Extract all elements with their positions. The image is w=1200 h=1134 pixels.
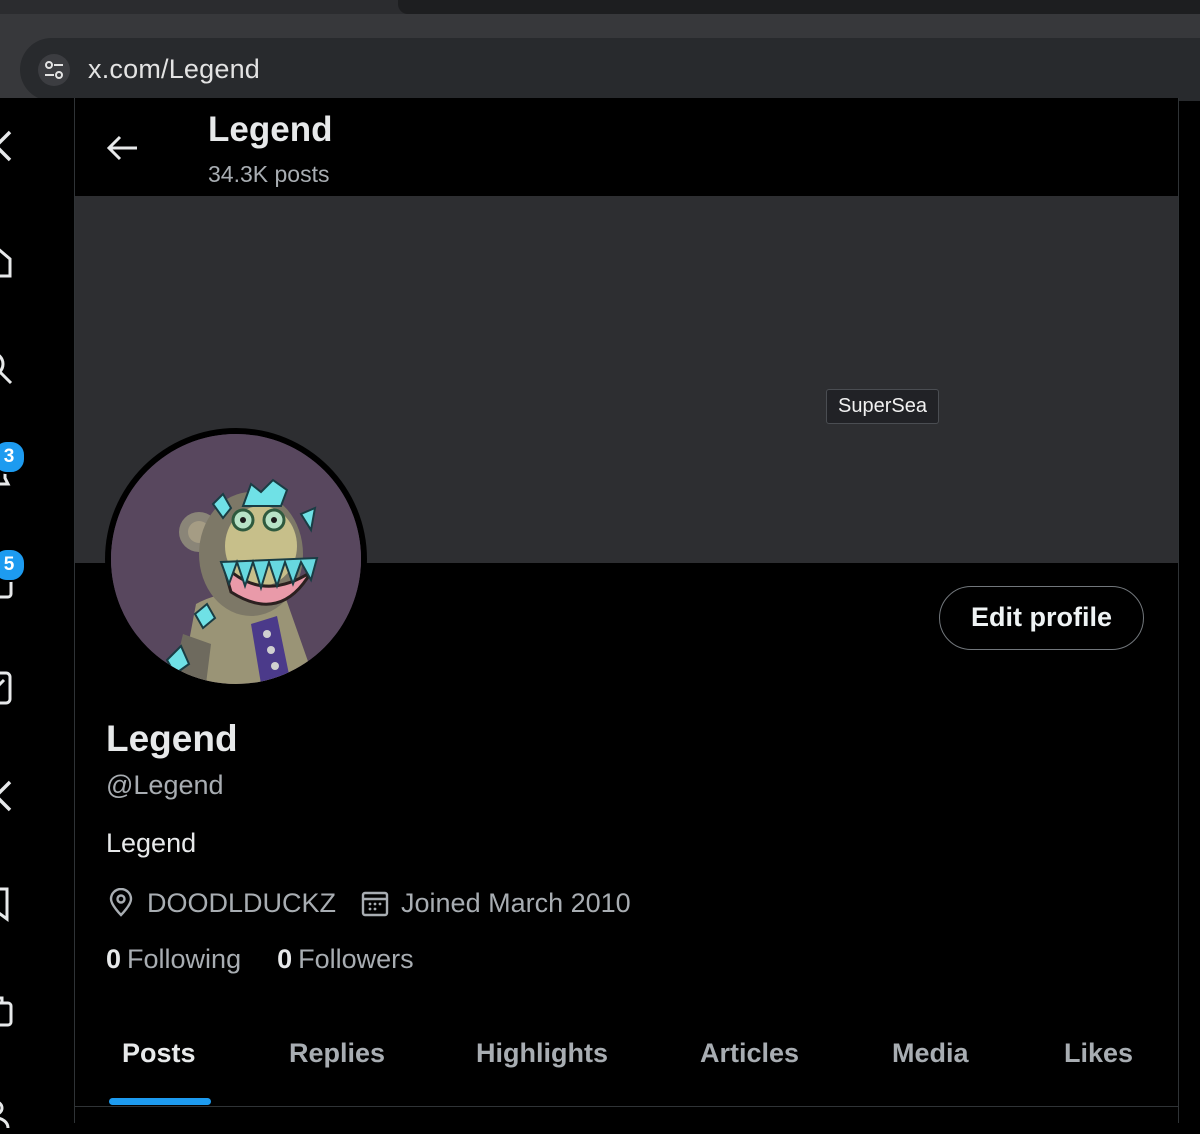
browser-toolbar: x.com/Legend — [0, 14, 1200, 101]
back-arrow-icon[interactable] — [103, 128, 143, 168]
followers-link[interactable]: 0 Followers — [277, 944, 414, 975]
header-name: Legend — [208, 110, 333, 149]
jobs-icon[interactable] — [0, 993, 14, 1029]
header-post-count: 34.3K posts — [208, 161, 330, 187]
address-bar[interactable]: x.com/Legend — [20, 38, 1200, 101]
ape-avatar-illustration — [111, 434, 361, 684]
messages-badge: 5 — [0, 548, 26, 582]
follow-stats: 0 Following 0 Followers — [106, 944, 450, 975]
avatar-frame[interactable] — [105, 428, 367, 690]
following-label: Following — [127, 944, 242, 974]
search-icon[interactable] — [0, 350, 14, 386]
bookmarks-icon[interactable] — [0, 886, 14, 922]
following-link[interactable]: 0 Following — [106, 944, 241, 975]
tab-likes[interactable]: Likes — [1064, 1038, 1133, 1069]
nav-rail: 3 5 — [0, 98, 74, 1129]
x-premium-icon[interactable] — [0, 778, 14, 814]
location-text: DOODLDUCKZ — [147, 887, 337, 918]
avatar[interactable] — [111, 434, 361, 684]
supersea-tooltip: SuperSea — [826, 389, 939, 424]
calendar-icon — [361, 891, 389, 917]
followers-count: 0 — [277, 944, 293, 974]
profile-column: Legend 34.3K posts SuperSea Edit profile… — [74, 98, 1179, 1123]
joined-item: Joined March 2010 — [360, 888, 631, 919]
notifications-badge: 3 — [0, 440, 26, 474]
tab-posts[interactable]: Posts — [122, 1038, 196, 1069]
x-logo-icon[interactable] — [0, 128, 14, 164]
profile-tabs: Posts Replies Highlights Articles Media … — [75, 1018, 1178, 1107]
joined-text: Joined March 2010 — [401, 887, 631, 918]
location-item: DOODLDUCKZ — [106, 888, 336, 919]
home-icon[interactable] — [0, 243, 14, 279]
browser-tab[interactable] — [398, 0, 1200, 14]
followers-label: Followers — [298, 944, 414, 974]
active-tab-indicator — [109, 1098, 211, 1105]
tab-highlights[interactable]: Highlights — [476, 1038, 608, 1069]
profile-name: Legend — [106, 718, 238, 759]
edit-profile-button[interactable]: Edit profile — [939, 586, 1144, 650]
tab-replies[interactable]: Replies — [289, 1038, 385, 1069]
url-text[interactable]: x.com/Legend — [88, 52, 260, 86]
profile-handle: @Legend — [106, 770, 224, 800]
tab-articles[interactable]: Articles — [700, 1038, 799, 1069]
grok-icon[interactable] — [0, 670, 14, 706]
profile-meta: DOODLDUCKZ Joined March 2010 — [106, 885, 655, 921]
following-count: 0 — [106, 944, 122, 974]
profile-bio: Legend — [106, 828, 197, 858]
site-settings-icon[interactable] — [38, 54, 70, 86]
location-pin-icon — [109, 888, 133, 917]
communities-icon[interactable] — [0, 1098, 14, 1134]
tab-media[interactable]: Media — [892, 1038, 969, 1069]
